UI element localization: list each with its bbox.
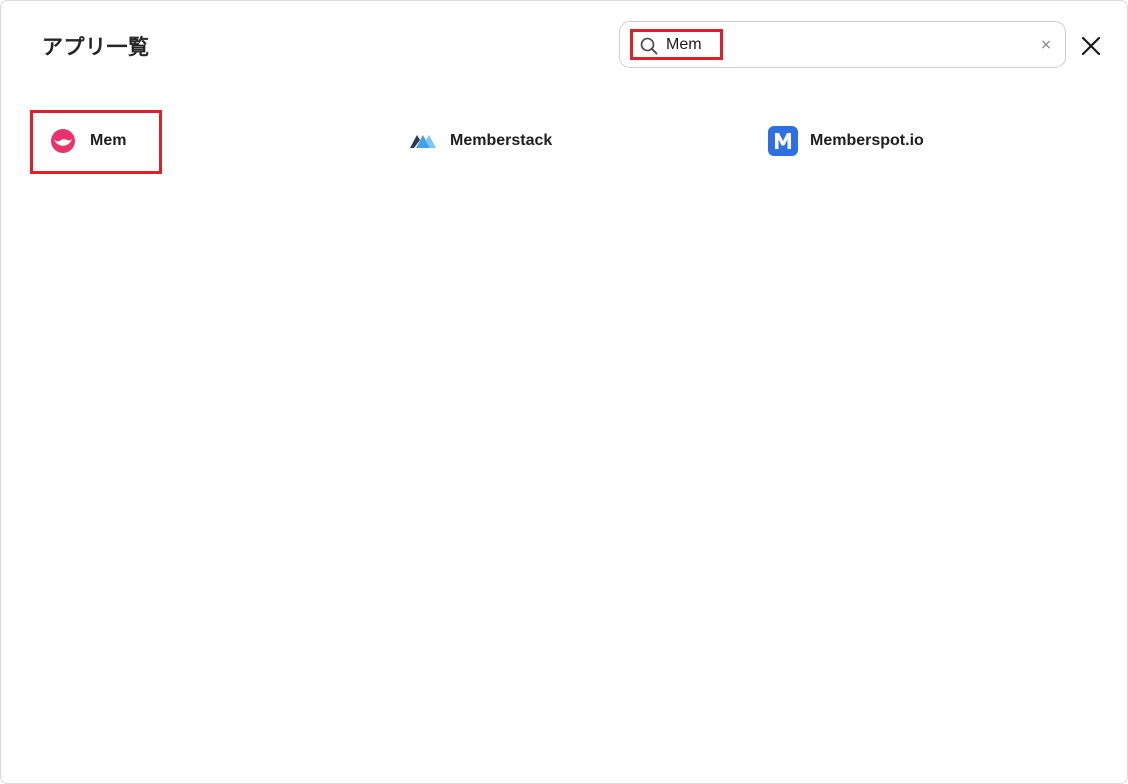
app-item-memberstack[interactable]: Memberstack [408, 119, 552, 163]
app-item-memberspot[interactable]: Memberspot.io [768, 119, 924, 163]
app-label: Memberspot.io [810, 132, 924, 149]
memberspot-logo-icon [768, 126, 798, 156]
clear-search-button[interactable]: × [1038, 37, 1054, 53]
memberstack-logo-icon [410, 135, 436, 148]
close-icon[interactable] [1079, 34, 1103, 58]
mem-highlight-box [30, 110, 162, 174]
app-list-dialog: アプリ一覧 Mem × Mem Memberstack Memberspot.i… [0, 0, 1128, 784]
app-label: Memberstack [450, 132, 553, 149]
dialog-title: アプリ一覧 [42, 35, 150, 59]
search-highlight-box [630, 29, 723, 60]
